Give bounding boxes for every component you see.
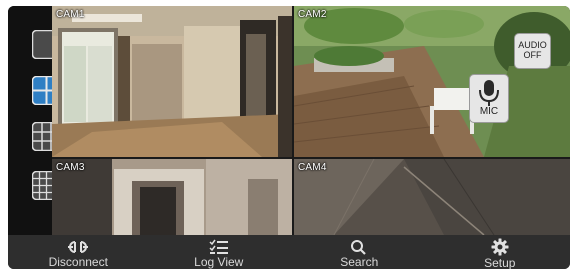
gear-icon xyxy=(491,238,509,256)
disconnect-icon xyxy=(68,240,89,253)
setup-button[interactable]: Setup xyxy=(430,235,571,269)
cam1-feed xyxy=(52,6,292,157)
log-list-icon xyxy=(209,239,228,254)
setup-label: Setup xyxy=(484,256,516,270)
camera-view-2[interactable]: CAM2 xyxy=(294,6,570,157)
mic-button[interactable]: MIC xyxy=(469,74,509,123)
camera-label: CAM4 xyxy=(298,162,327,173)
layout-sidebar xyxy=(8,6,61,235)
audio-state-label: OFF xyxy=(523,50,542,60)
cam2-feed xyxy=(294,6,570,157)
app-window: CAM1 CAM2 CAM3 CAM4 AUDIO OFF MIC Discon… xyxy=(8,6,570,269)
search-icon xyxy=(351,239,367,255)
cam3-feed xyxy=(52,159,292,235)
mic-label: MIC xyxy=(479,106,499,117)
camera-label: CAM3 xyxy=(56,162,85,173)
search-button[interactable]: Search xyxy=(289,235,430,269)
log-view-label: Log View xyxy=(194,255,244,269)
cam4-feed xyxy=(294,159,570,235)
camera-label: CAM2 xyxy=(298,9,327,20)
camera-view-4[interactable]: CAM4 xyxy=(294,159,570,235)
audio-label: AUDIO xyxy=(518,40,547,50)
camera-label: CAM1 xyxy=(56,9,85,20)
disconnect-button[interactable]: Disconnect xyxy=(8,235,149,269)
camera-view-1[interactable]: CAM1 xyxy=(52,6,292,157)
bottom-toolbar: Disconnect Log View Search Setup xyxy=(8,235,570,269)
disconnect-label: Disconnect xyxy=(48,255,108,269)
audio-toggle-button[interactable]: AUDIO OFF xyxy=(514,33,551,69)
search-label: Search xyxy=(340,255,379,269)
camera-view-3[interactable]: CAM3 xyxy=(52,159,292,235)
log-view-button[interactable]: Log View xyxy=(149,235,290,269)
microphone-icon xyxy=(479,80,499,106)
